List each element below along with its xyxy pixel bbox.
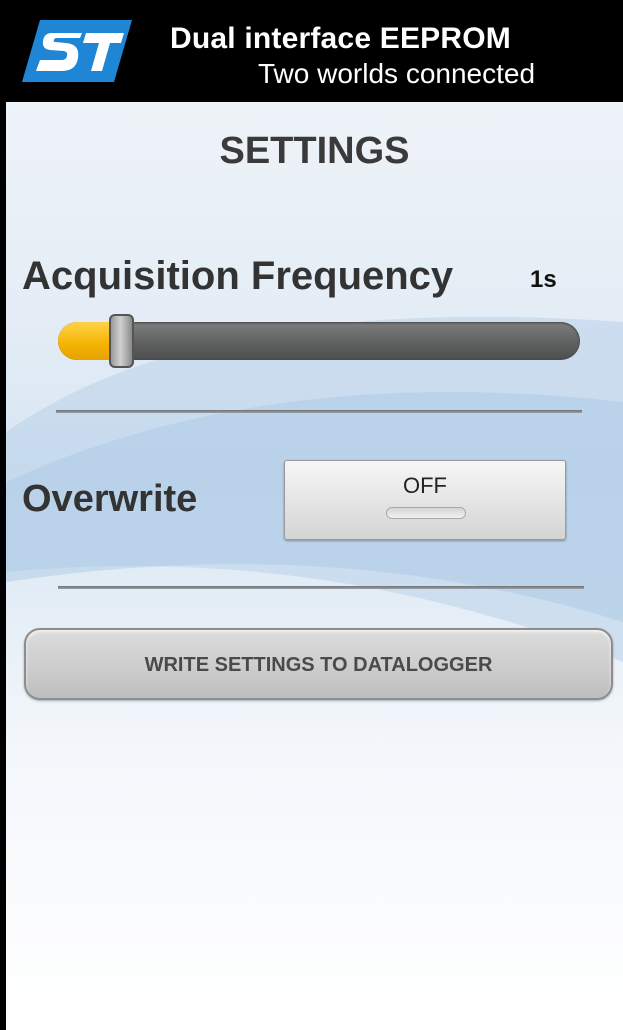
background-wave	[6, 316, 623, 662]
write-settings-label: WRITE SETTINGS TO DATALOGGER	[144, 654, 493, 676]
page-title: SETTINGS	[219, 130, 410, 172]
write-settings-button[interactable]: WRITE SETTINGS TO DATALOGGER	[24, 628, 613, 700]
acquisition-frequency-label: Acquisition Frequency	[22, 254, 454, 298]
toggle-indicator	[386, 507, 466, 519]
settings-panel: SETTINGS Acquisition Frequency 1s Overwr…	[6, 102, 623, 1030]
toggle-state-label: OFF	[403, 473, 447, 498]
header-subtitle: Two worlds connected	[258, 58, 536, 89]
app-header: Dual interface EEPROM Two worlds connect…	[6, 2, 623, 102]
divider	[58, 586, 584, 589]
slider-thumb[interactable]	[109, 314, 134, 368]
header-title: Dual interface EEPROM	[170, 22, 511, 55]
divider	[56, 410, 582, 413]
overwrite-toggle-button[interactable]: OFF	[284, 460, 566, 540]
acquisition-frequency-value: 1s	[530, 266, 557, 293]
st-logo	[22, 20, 132, 82]
acquisition-frequency-slider[interactable]	[58, 322, 580, 360]
overwrite-label: Overwrite	[22, 478, 198, 520]
app-frame: Dual interface EEPROM Two worlds connect…	[0, 0, 623, 1030]
